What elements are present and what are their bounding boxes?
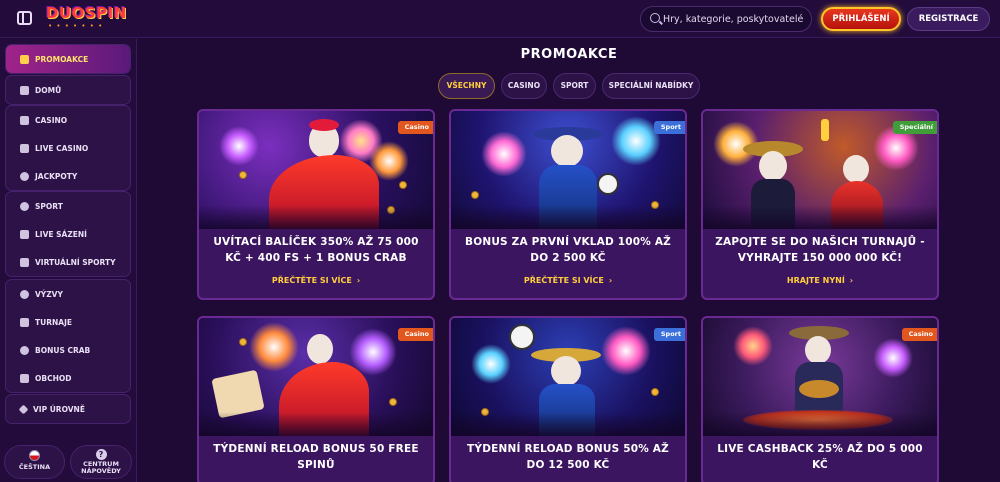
home-icon: [20, 85, 29, 95]
category-badge: Sport: [653, 328, 685, 341]
tab-vsechny[interactable]: VŠECHNY: [438, 73, 495, 99]
promo-title: TÝDENNÍ RELOAD BONUS 50% AŽ DO 12 500 KČ: [467, 443, 669, 471]
login-button[interactable]: PŘIHLÁŠENÍ: [821, 7, 901, 31]
sidebar-item-live-sazeni[interactable]: LIVE SÁZENÍ: [6, 220, 130, 248]
tab-casino[interactable]: CASINO: [501, 73, 547, 99]
promo-image: Casino: [199, 111, 433, 229]
promo-image: Sport: [451, 318, 685, 436]
nav-group-rewards: VÝZVY TURNAJE BONUS CRAB OBCHOD: [5, 279, 131, 393]
promo-title: TÝDENNÍ RELOAD BONUS 50 FREE SPINŮ: [213, 443, 419, 471]
help-label-line-2: NÁPOVĚDY: [81, 467, 121, 475]
sidebar-item-label: LIVE CASINO: [35, 143, 89, 153]
chevron-right-icon: ›: [608, 276, 613, 285]
cta-label: HRAJTE NYNÍ: [786, 276, 845, 285]
sidebar-item-label: SPORT: [35, 201, 63, 211]
logo[interactable]: DUOSPIN: [46, 4, 127, 22]
nav-group-sport: SPORT LIVE SÁZENÍ VIRTUÁLNÍ SPORTY: [5, 191, 131, 277]
tab-specialni-nabidky[interactable]: SPECIÁLNÍ NABÍDKY: [602, 73, 700, 99]
sidebar-item-label: TURNAJE: [35, 317, 72, 327]
gamepad-icon: [20, 257, 29, 267]
sidebar-item-sport[interactable]: SPORT: [6, 192, 130, 220]
nav-group-casino: CASINO LIVE CASINO JACKPOTY: [5, 105, 131, 191]
cta-label: PŘEČTĚTE SI VÍCE: [271, 276, 352, 285]
promo-card[interactable]: Sport BONUS ZA PRVNÍ VKLAD 100% AŽ DO 2 …: [449, 109, 687, 300]
nav-group-home: DOMŮ: [5, 75, 131, 105]
cta-label: PŘEČTĚTE SI VÍCE: [523, 276, 604, 285]
sidebar: PROMOAKCE DOMŮ CASINO LIVE CASINO JACKPO…: [0, 39, 137, 482]
promo-card[interactable]: Speciální ZAPOJTE SE DO NAŠICH TURNAJŮ -…: [701, 109, 939, 300]
sidebar-toggle-icon[interactable]: [17, 11, 32, 25]
sidebar-item-promoakce[interactable]: PROMOAKCE: [6, 45, 130, 73]
play-now-link[interactable]: HRAJTE NYNÍ ›: [703, 276, 937, 285]
sidebar-item-label: VIP ÚROVNĚ: [33, 404, 85, 414]
promo-image: Sport: [451, 111, 685, 229]
nav-group-promo: PROMOAKCE: [5, 44, 131, 74]
sidebar-item-label: LIVE SÁZENÍ: [35, 229, 87, 239]
chevron-right-icon: ›: [849, 276, 854, 285]
tab-sport[interactable]: SPORT: [553, 73, 596, 99]
promo-title: BONUS ZA PRVNÍ VKLAD 100% AŽ DO 2 500 KČ: [465, 236, 671, 264]
category-badge: Speciální: [892, 121, 937, 134]
sidebar-item-label: JACKPOTY: [35, 171, 78, 181]
sidebar-item-jackpoty[interactable]: JACKPOTY: [6, 162, 130, 190]
sidebar-item-vip-urovne[interactable]: VIP ÚROVNĚ: [6, 395, 130, 423]
language-button[interactable]: ČEŠTINA: [4, 445, 65, 479]
promo-card[interactable]: Casino TÝDENNÍ RELOAD BONUS 50 FREE SPIN…: [197, 316, 435, 482]
sidebar-item-label: BONUS CRAB: [35, 345, 91, 355]
search-box[interactable]: [640, 6, 812, 32]
category-badge: Casino: [397, 328, 433, 341]
promo-title: LIVE CASHBACK 25% AŽ DO 5 000 KČ: [717, 443, 923, 471]
shop-icon: [20, 373, 29, 383]
sidebar-item-casino[interactable]: CASINO: [6, 106, 130, 134]
sidebar-item-vyzvy[interactable]: VÝZVY: [6, 280, 130, 308]
soccer-ball-icon: [20, 201, 29, 211]
promo-image: Casino: [199, 318, 433, 436]
page-title: PROMOAKCE: [520, 47, 618, 62]
clover-icon: [20, 171, 29, 181]
sidebar-item-live-casino[interactable]: LIVE CASINO: [6, 134, 130, 162]
promo-image: Speciální: [703, 111, 937, 229]
sidebar-item-label: VIRTUÁLNÍ SPORTY: [35, 257, 116, 267]
category-badge: Casino: [397, 121, 433, 134]
promo-card[interactable]: Sport TÝDENNÍ RELOAD BONUS 50% AŽ DO 12 …: [449, 316, 687, 482]
sidebar-item-label: PROMOAKCE: [35, 54, 89, 64]
chevron-right-icon: ›: [356, 276, 361, 285]
search-icon: [650, 13, 660, 23]
promo-card[interactable]: Casino LIVE CASHBACK 25% AŽ DO 5 000 KČ: [701, 316, 939, 482]
language-label: ČEŠTINA: [18, 463, 51, 471]
logo-decoration: • • • • • • •: [48, 22, 104, 30]
sidebar-item-label: DOMŮ: [35, 85, 62, 95]
sidebar-item-obchod[interactable]: OBCHOD: [6, 364, 130, 392]
help-icon: ?: [95, 449, 107, 460]
category-badge: Casino: [901, 328, 937, 341]
slot-machine-icon: [20, 115, 29, 125]
sidebar-item-domu[interactable]: DOMŮ: [6, 76, 130, 104]
promo-image: Casino: [703, 318, 937, 436]
promo-title: ZAPOJTE SE DO NAŠICH TURNAJŮ - VYHRAJTE …: [715, 236, 925, 264]
help-center-button[interactable]: ? CENTRUM NÁPOVĚDY: [70, 445, 132, 479]
sidebar-item-turnaje[interactable]: TURNAJE: [6, 308, 130, 336]
register-button[interactable]: REGISTRACE: [907, 7, 990, 31]
sidebar-item-label: CASINO: [35, 115, 68, 125]
sidebar-item-virtualni-sporty[interactable]: VIRTUÁLNÍ SPORTY: [6, 248, 130, 276]
medal-icon: [20, 289, 29, 299]
promo-title: UVÍTACÍ BALÍČEK 350% AŽ 75 000 KČ + 400 …: [213, 236, 419, 264]
top-bar: DUOSPIN • • • • • • • PŘIHLÁŠENÍ REGISTR…: [0, 0, 1000, 38]
sidebar-item-label: OBCHOD: [35, 373, 72, 383]
search-input[interactable]: [663, 11, 809, 27]
nav-group-vip: VIP ÚROVNĚ: [5, 394, 131, 424]
live-play-icon: [20, 229, 29, 239]
read-more-link[interactable]: PŘEČTĚTE SI VÍCE ›: [451, 276, 685, 285]
gift-icon: [20, 54, 29, 64]
trophy-icon: [20, 317, 29, 327]
czech-flag-icon: [29, 450, 40, 461]
category-badge: Sport: [653, 121, 685, 134]
sidebar-item-label: VÝZVY: [35, 289, 63, 299]
crab-icon: [20, 345, 29, 355]
sidebar-item-bonus-crab[interactable]: BONUS CRAB: [6, 336, 130, 364]
promo-card[interactable]: Casino UVÍTACÍ BALÍČEK 350% AŽ 75 000 KČ…: [197, 109, 435, 300]
diamond-icon: [18, 404, 29, 414]
cards-icon: [20, 143, 29, 153]
read-more-link[interactable]: PŘEČTĚTE SI VÍCE ›: [199, 276, 433, 285]
